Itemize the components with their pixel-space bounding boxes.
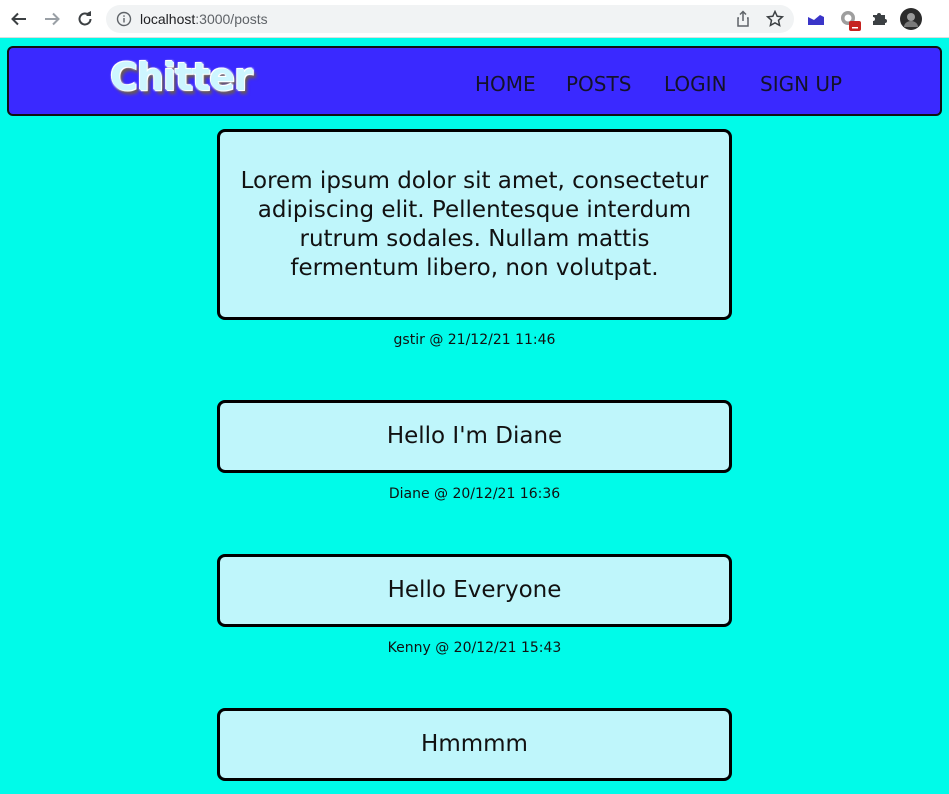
extension-badge-icon[interactable] — [838, 9, 861, 31]
nav-signup-link[interactable]: SIGN UP — [760, 72, 842, 96]
post-card: Hello Everyone — [217, 554, 732, 627]
address-bar[interactable]: localhost:3000/posts — [106, 5, 794, 33]
puzzle-icon[interactable] — [871, 9, 891, 29]
share-icon[interactable] — [734, 10, 752, 28]
browser-toolbar: localhost:3000/posts — [0, 0, 949, 38]
post-card: Lorem ipsum dolor sit amet, consectetur … — [217, 129, 732, 320]
profile-avatar[interactable] — [900, 8, 922, 30]
nav-home-link[interactable]: HOME — [475, 72, 536, 96]
post-meta: Kenny @ 20/12/21 15:43 — [387, 640, 562, 656]
url-host: localhost — [140, 11, 196, 27]
post-meta: gstir @ 21/12/21 11:46 — [393, 332, 556, 348]
star-icon[interactable] — [765, 9, 785, 28]
nav-posts-link[interactable]: POSTS — [566, 72, 631, 96]
post-card: Hello I'm Diane — [217, 400, 732, 473]
forward-arrow-icon[interactable] — [41, 8, 63, 30]
post-meta: Diane @ 20/12/21 16:36 — [388, 486, 561, 502]
nav-login-link[interactable]: LOGIN — [664, 72, 727, 96]
url-path: :3000/posts — [195, 11, 268, 27]
chitter-logo[interactable]: Chitter — [110, 55, 253, 99]
post-card: Hmmmm — [217, 708, 732, 781]
url-text[interactable]: localhost:3000/posts — [140, 11, 268, 27]
reload-icon[interactable] — [74, 8, 96, 30]
extension-icon[interactable] — [806, 9, 826, 29]
site-header: Chitter HOME POSTS LOGIN SIGN UP — [7, 46, 942, 116]
back-arrow-icon[interactable] — [8, 8, 30, 30]
info-icon[interactable] — [116, 11, 132, 27]
